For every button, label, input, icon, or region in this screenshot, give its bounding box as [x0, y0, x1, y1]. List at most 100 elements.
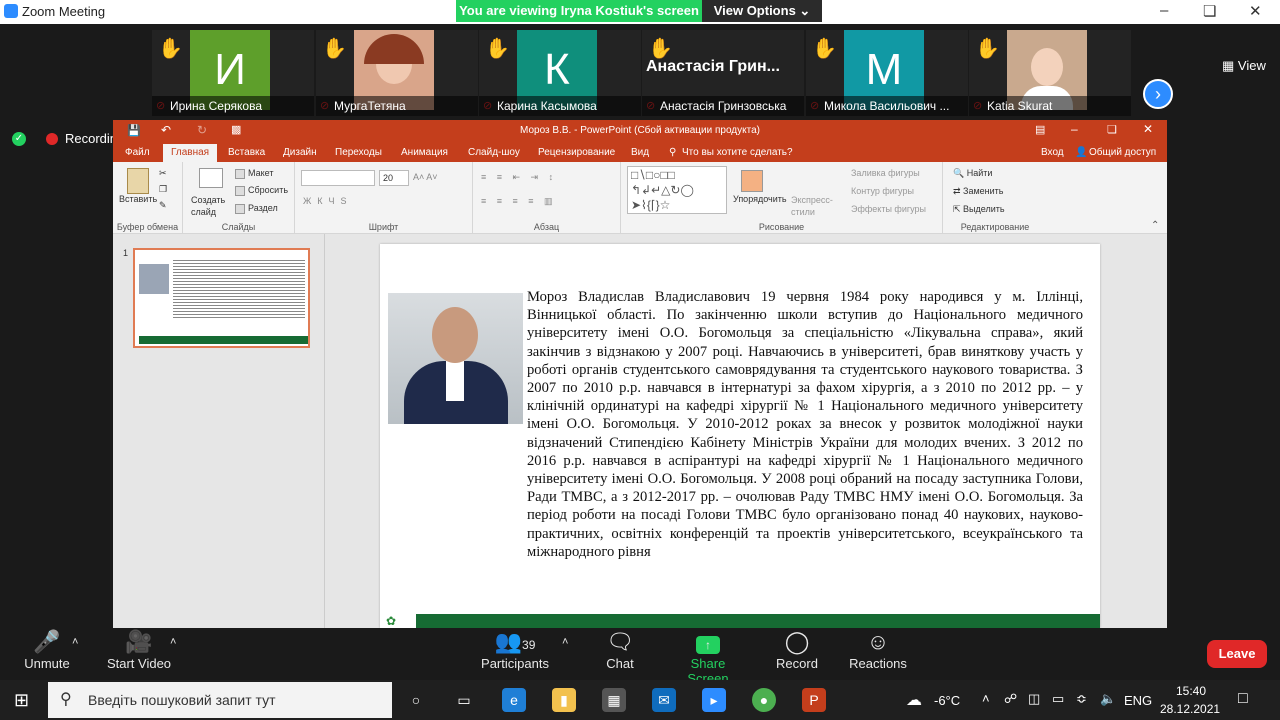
taskbar-search[interactable]: ⚲ Введіть пошуковий запит тут — [48, 682, 392, 718]
wifi-icon[interactable]: ≎ — [1076, 691, 1087, 707]
edge-icon[interactable]: e — [502, 688, 526, 712]
temperature[interactable]: -6°C — [934, 693, 960, 708]
slide-body-text[interactable]: Мороз Владислав Владиславович 19 червня … — [527, 288, 1083, 561]
participant-tile[interactable]: ✋ ⊘ Katia Skurat — [969, 30, 1131, 116]
new-slide-icon[interactable] — [199, 168, 223, 188]
leave-button[interactable]: Leave — [1207, 640, 1267, 668]
paste-icon[interactable] — [127, 168, 149, 194]
layout-button[interactable]: Макет — [235, 168, 273, 179]
weather-icon[interactable]: ☁ — [906, 690, 922, 710]
task-view-icon[interactable]: ▭ — [452, 688, 476, 712]
notifications-icon[interactable]: □ — [1238, 690, 1248, 708]
share-screen-button[interactable]: ↑ Share Screen — [670, 628, 746, 686]
shape-fill-button[interactable]: Заливка фигуры — [851, 168, 920, 178]
pp-close-icon[interactable]: ✕ — [1143, 122, 1153, 136]
shape-outline-button[interactable]: Контур фигуры — [851, 186, 914, 196]
participant-tile[interactable]: ✋ ⊘ МургаТетяна — [316, 30, 478, 116]
raised-hand-icon: ✋ — [322, 38, 347, 60]
copy-icon[interactable]: ❐ — [159, 184, 167, 195]
slide-thumbnail[interactable] — [133, 248, 310, 348]
encryption-shield-icon[interactable]: ✓ — [12, 132, 26, 146]
reset-button[interactable]: Сбросить — [235, 185, 288, 196]
slide-footer-bar — [416, 614, 1100, 628]
volume-icon[interactable]: 🔈 — [1100, 691, 1116, 707]
slide-thumbnail-pane: 1 — [113, 234, 325, 628]
network-icon[interactable]: ◫ — [1028, 691, 1040, 707]
store-icon[interactable]: ▦ — [602, 688, 626, 712]
tab-view[interactable]: Вид — [631, 147, 649, 158]
cut-icon[interactable]: ✂ — [159, 168, 167, 179]
battery-icon[interactable]: ▭ — [1052, 691, 1064, 707]
powerpoint-taskbar-icon[interactable]: P — [802, 688, 826, 712]
pp-minimize-icon[interactable]: – — [1071, 122, 1078, 136]
pp-restore-icon[interactable]: ❏ — [1107, 123, 1117, 136]
tab-insert[interactable]: Вставка — [228, 147, 265, 158]
record-button[interactable]: ◯ Record — [774, 628, 820, 671]
shape-effects-button[interactable]: Эффекты фигуры — [851, 204, 926, 214]
file-explorer-icon[interactable]: ▮ — [552, 688, 576, 712]
next-page-button[interactable]: › — [1143, 79, 1173, 109]
start-video-button[interactable]: 🎥 Start Video — [104, 628, 174, 671]
tab-file[interactable]: Файл — [125, 147, 150, 158]
view-options-button[interactable]: View Options ⌄ — [702, 0, 822, 22]
chrome-icon[interactable]: ● — [752, 688, 776, 712]
windows-start-icon[interactable]: ⊞ — [14, 690, 29, 711]
view-button[interactable]: ▦ View — [1222, 58, 1266, 74]
font-size-select[interactable]: 20 — [379, 170, 409, 186]
tab-transitions[interactable]: Переходы — [335, 147, 382, 158]
arrange-button[interactable]: Упорядочить — [733, 194, 787, 204]
drawing-group: □∖□○□□ ↰↲↵△↻◯ ➤⌇{⌈}☆ Упорядочить Экспресс-… — [621, 162, 943, 234]
shapes-gallery[interactable]: □∖□○□□ ↰↲↵△↻◯ ➤⌇{⌈}☆ — [627, 166, 727, 214]
restore-icon[interactable]: ❏ — [1203, 2, 1216, 20]
tell-me-input[interactable]: Что вы хотите сделать? — [682, 147, 793, 158]
meet-now-icon[interactable]: ☍ — [1004, 691, 1017, 707]
chat-button[interactable]: 🗨 Chat — [600, 628, 640, 671]
share-button[interactable]: Общий доступ — [1089, 147, 1156, 158]
section-button[interactable]: Раздел — [235, 203, 278, 214]
slide[interactable]: Мороз Владислав Владиславович 19 червня … — [380, 244, 1100, 628]
participants-options-icon[interactable]: ˄ — [562, 636, 568, 648]
format-painter-icon[interactable]: ✎ — [159, 200, 167, 211]
tab-design[interactable]: Дизайн — [283, 147, 317, 158]
tray-overflow-icon[interactable]: ˄ — [982, 691, 990, 706]
create-slide-button[interactable]: Создать слайд — [191, 194, 235, 218]
align-icons[interactable]: ≡ ≡ ≡ ≡ ▥ — [481, 196, 557, 207]
portrait-photo[interactable] — [388, 293, 523, 424]
zoom-taskbar-icon[interactable]: ▸ — [702, 688, 726, 712]
mail-icon[interactable]: ✉ — [652, 688, 676, 712]
participant-tile[interactable]: ✋ М ⊘ Микола Васильович ... — [806, 30, 968, 116]
find-button[interactable]: 🔍 Найти — [953, 168, 992, 179]
clock-time[interactable]: 15:40 — [1176, 684, 1206, 698]
select-label: Выделить — [963, 204, 1005, 214]
participant-tile[interactable]: ✋ Анастасія Грин... ⊘ Анастасія Гринзовс… — [642, 30, 804, 116]
select-button[interactable]: ⇱ Выделить — [953, 204, 1005, 215]
language-indicator[interactable]: ENG — [1124, 693, 1152, 708]
reactions-button[interactable]: ☺ Reactions — [848, 628, 908, 671]
participants-button[interactable]: 👥39 Participants — [480, 628, 550, 671]
unmute-button[interactable]: 🎤 Unmute — [22, 628, 72, 671]
tab-review[interactable]: Рецензирование — [538, 147, 615, 158]
grow-font-icon[interactable]: A˄ A˅ — [413, 172, 438, 182]
signin-link[interactable]: Вход — [1041, 147, 1064, 158]
list-icons[interactable]: ≡ ≡ ⇤ ⇥ ↕ — [481, 172, 557, 183]
video-options-icon[interactable]: ˄ — [170, 636, 176, 648]
clock-date[interactable]: 28.12.2021 — [1160, 702, 1220, 716]
minimize-icon[interactable]: – — [1160, 2, 1168, 19]
font-name-select[interactable] — [301, 170, 375, 186]
font-format-icons[interactable]: ЖКЧS — [303, 196, 353, 206]
ribbon-options-icon[interactable]: ▤ — [1035, 123, 1045, 136]
participant-tile[interactable]: ✋ К ⊘ Карина Касымова — [479, 30, 641, 116]
arrange-icon[interactable] — [741, 170, 763, 192]
paste-button[interactable]: Вставить — [119, 194, 157, 204]
collapse-ribbon-icon[interactable]: ⌃ — [1151, 220, 1159, 231]
logo-icon: ✿ — [386, 614, 397, 628]
tab-home[interactable]: Главная — [163, 144, 218, 162]
replace-button[interactable]: ⇄ Заменить — [953, 186, 1004, 197]
tab-animation[interactable]: Анимация — [401, 147, 448, 158]
cortana-icon[interactable]: ○ — [404, 688, 428, 712]
express-styles-button[interactable]: Экспресс-стили — [791, 194, 833, 218]
audio-options-icon[interactable]: ˄ — [72, 636, 78, 648]
participant-tile[interactable]: ✋ И ⊘ Ирина Серякова — [152, 30, 314, 116]
tab-slideshow[interactable]: Слайд-шоу — [468, 147, 520, 158]
close-icon[interactable]: ✕ — [1249, 2, 1262, 20]
